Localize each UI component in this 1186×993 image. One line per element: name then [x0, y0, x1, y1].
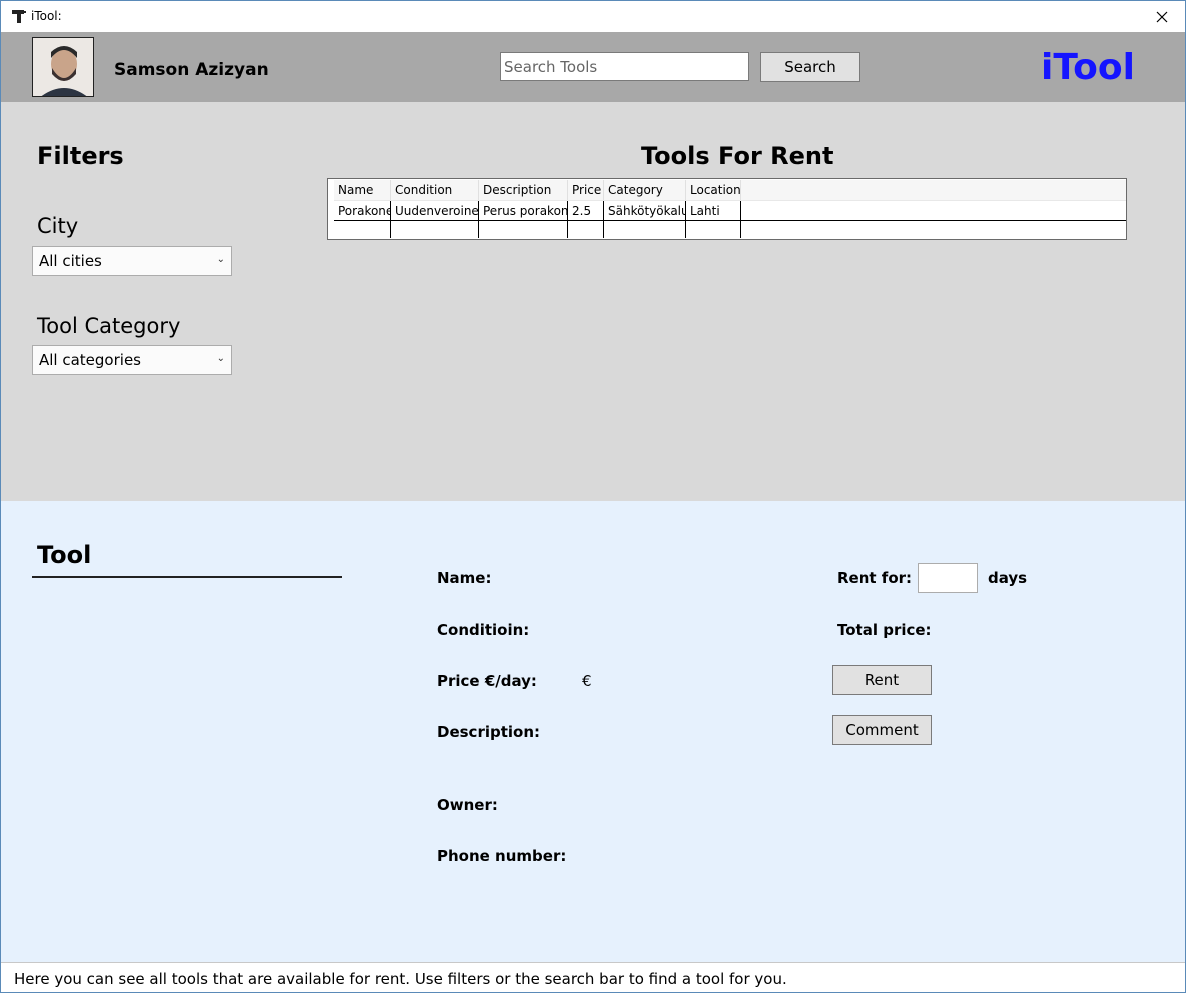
price-currency: €	[582, 672, 592, 690]
table-header: Name Condition Description Price Categor…	[334, 180, 1126, 201]
rent-days-input[interactable]	[918, 563, 978, 593]
header-bar: Samson Azizyan Search iTool	[1, 32, 1185, 102]
close-icon	[1156, 11, 1168, 22]
city-dropdown-value: All cities	[39, 252, 102, 270]
avatar	[32, 37, 94, 97]
user-name: Samson Azizyan	[114, 60, 269, 80]
price-label: Price €/day:	[437, 672, 537, 690]
table-cell[interactable]: Perus porakone	[479, 201, 568, 220]
filters-title: Filters	[37, 142, 124, 170]
drill-icon	[12, 10, 26, 23]
rent-button[interactable]: Rent	[832, 665, 932, 695]
status-bar: Here you can see all tools that are avai…	[1, 962, 1185, 992]
phone-label: Phone number:	[437, 847, 567, 865]
condition-label: Conditioin:	[437, 621, 530, 639]
category-dropdown-value: All categories	[39, 351, 141, 369]
tools-table-title: Tools For Rent	[641, 142, 834, 170]
chevron-down-icon: ⌄	[216, 353, 225, 364]
window-title: iTool:	[31, 9, 62, 23]
table-cell[interactable]: Sähkötyökalut	[604, 201, 686, 220]
tools-table[interactable]: Name Condition Description Price Categor…	[327, 178, 1127, 240]
search-input[interactable]	[500, 52, 749, 81]
tool-title: Tool	[37, 541, 92, 569]
title-divider	[32, 576, 342, 578]
status-text: Here you can see all tools that are avai…	[14, 970, 787, 988]
column-header[interactable]: Price	[568, 180, 604, 200]
table-new-row[interactable]	[334, 221, 1126, 238]
app-window: iTool: Samson Azizyan Search iTool Filte…	[0, 0, 1186, 993]
table-cell[interactable]	[604, 221, 686, 238]
close-button[interactable]	[1139, 1, 1185, 32]
category-label: Tool Category	[37, 314, 181, 338]
table-cell[interactable]: Lahti	[686, 201, 741, 220]
table-cell[interactable]	[479, 221, 568, 238]
column-header[interactable]: Description	[479, 180, 568, 200]
column-header[interactable]: Location	[686, 180, 741, 200]
tool-details-panel: Tool Name: Conditioin: Price €/day: € De…	[1, 501, 1185, 962]
column-header[interactable]: Condition	[391, 180, 479, 200]
days-label: days	[988, 569, 1028, 587]
browse-panel: Filters City All cities ⌄ Tool Category …	[1, 102, 1185, 501]
description-label: Description:	[437, 723, 541, 741]
table-cell[interactable]	[568, 221, 604, 238]
table-cell[interactable]	[686, 221, 741, 238]
comment-button[interactable]: Comment	[832, 715, 932, 745]
rent-for-label: Rent for:	[837, 569, 913, 587]
table-cell[interactable]	[391, 221, 479, 238]
table-cell[interactable]: Porakone	[334, 201, 391, 220]
city-label: City	[37, 214, 79, 238]
table-row[interactable]: Porakone Uudenveroinen Perus porakone 2.…	[334, 201, 1126, 221]
table-cell[interactable]	[334, 221, 391, 238]
total-price-label: Total price:	[837, 621, 932, 639]
column-header[interactable]: Category	[604, 180, 686, 200]
app-logo: iTool	[1041, 47, 1135, 88]
title-bar: iTool:	[1, 1, 1185, 32]
search-button[interactable]: Search	[760, 52, 860, 82]
table-cell[interactable]: Uudenveroinen	[391, 201, 479, 220]
category-dropdown[interactable]: All categories ⌄	[32, 345, 232, 375]
owner-label: Owner:	[437, 796, 498, 814]
user-photo-icon	[33, 38, 93, 96]
city-dropdown[interactable]: All cities ⌄	[32, 246, 232, 276]
chevron-down-icon: ⌄	[216, 254, 225, 265]
column-header[interactable]: Name	[334, 180, 391, 200]
name-label: Name:	[437, 569, 492, 587]
table-cell[interactable]: 2.5	[568, 201, 604, 220]
